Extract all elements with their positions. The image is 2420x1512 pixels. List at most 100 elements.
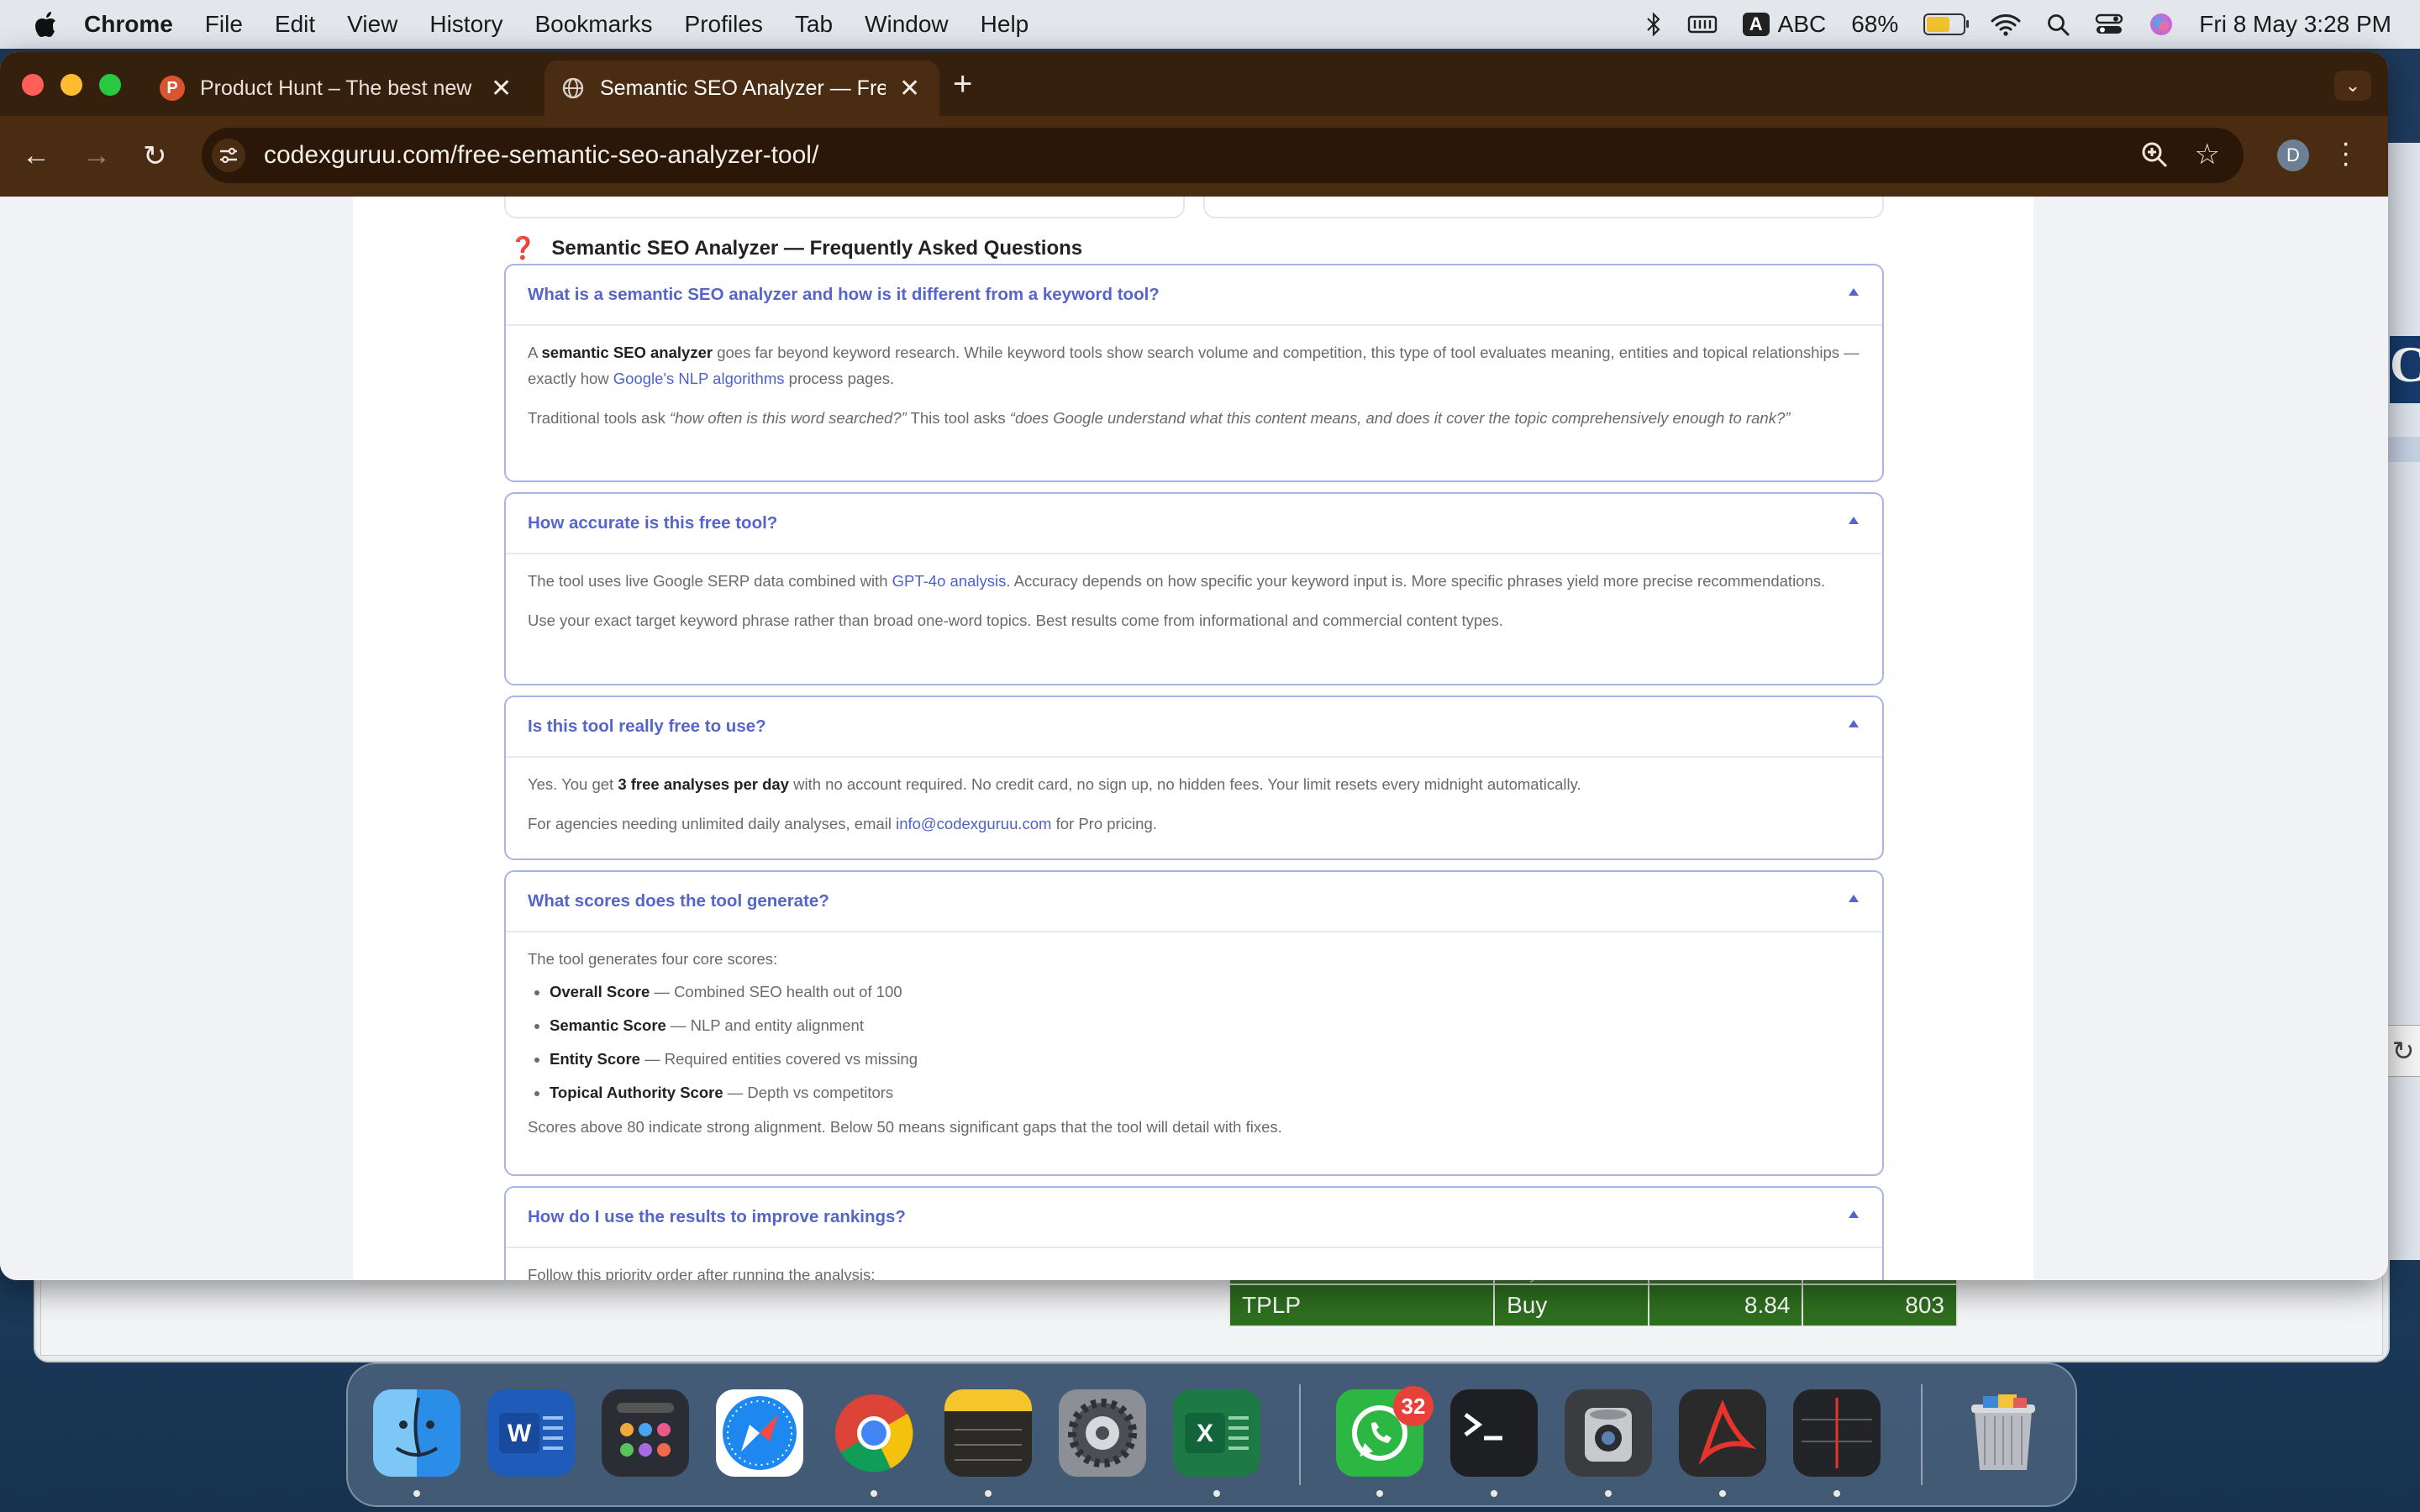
faq-question-toggle[interactable]: What scores does the tool generate? <box>506 872 1882 932</box>
sheet-row: TPLP Buy 8.84 803 <box>1228 1284 1958 1327</box>
control-center-icon[interactable] <box>2095 13 2123 36</box>
siri-icon[interactable] <box>2149 12 2174 37</box>
faq-answer: A semantic SEO analyzer goes far beyond … <box>506 326 1882 453</box>
tab-product-hunt[interactable]: P Product Hunt – The best new products i… <box>143 60 538 116</box>
answer-paragraph: Follow this priority order after running… <box>528 1266 876 1280</box>
close-tab-icon[interactable]: ✕ <box>899 74 920 103</box>
running-indicator <box>1719 1490 1726 1497</box>
caret-up-icon <box>1849 895 1859 902</box>
faq-question-toggle[interactable]: What is a semantic SEO analyzer and how … <box>506 265 1882 326</box>
site-info-icon[interactable] <box>212 139 245 172</box>
background-band <box>2385 437 2420 462</box>
wifi-icon[interactable] <box>1991 13 2021 36</box>
running-indicator <box>413 1490 420 1497</box>
faq-question-toggle[interactable]: How accurate is this free tool? <box>506 494 1882 554</box>
close-tab-icon[interactable]: ✕ <box>491 74 512 103</box>
tab-title: Semantic SEO Analyzer — Free Tool <box>600 76 886 100</box>
chrome-window: P Product Hunt – The best new products i… <box>0 52 2388 1280</box>
bookmark-star-icon[interactable]: ☆ <box>2195 138 2220 171</box>
faq-question-toggle[interactable]: How do I use the results to improve rank… <box>506 1188 1882 1248</box>
menu-app-name[interactable]: Chrome <box>84 11 173 38</box>
menu-help[interactable]: Help <box>981 11 1029 38</box>
menu-history[interactable]: History <box>429 11 502 38</box>
list-item: Entity Score — Required entities covered… <box>550 1046 1860 1072</box>
background-window-edge: CI ↻ <box>2385 143 2420 1260</box>
microsoft-word-icon[interactable]: W <box>487 1389 575 1477</box>
question-mark-icon: ❓ <box>509 235 537 260</box>
minimize-window-button[interactable] <box>60 74 82 96</box>
running-indicator <box>1491 1490 1497 1497</box>
faq-item: What is a semantic SEO analyzer and how … <box>504 264 1884 482</box>
dock-separator <box>1921 1384 1923 1485</box>
running-indicator <box>1833 1490 1840 1497</box>
caret-up-icon <box>1849 288 1859 296</box>
menu-window[interactable]: Window <box>865 11 949 38</box>
previous-card <box>1203 197 1884 218</box>
memory-icon[interactable] <box>1687 13 1718 35</box>
input-source-indicator[interactable]: A ABC <box>1742 11 1826 38</box>
google-chrome-icon[interactable] <box>830 1389 918 1477</box>
menu-tab[interactable]: Tab <box>795 11 833 38</box>
back-arrow-icon[interactable]: ← <box>22 139 50 172</box>
gpt-4o-analysis-link[interactable]: GPT-4o analysis <box>892 572 1007 590</box>
screenshot-icon[interactable] <box>1565 1389 1652 1477</box>
globe-icon <box>562 77 584 99</box>
tab-semantic-seo-analyzer[interactable]: Semantic SEO Analyzer — Free Tool ✕ <box>544 60 939 116</box>
trash-icon[interactable] <box>1960 1389 2047 1477</box>
new-tab-plus-icon[interactable]: + <box>953 66 972 103</box>
system-settings-icon[interactable] <box>1059 1389 1146 1477</box>
battery-percent[interactable]: 68% <box>1851 11 1898 38</box>
profile-avatar[interactable]: D <box>2277 139 2309 171</box>
faq-question-toggle[interactable]: Is this tool really free to use? <box>506 697 1882 758</box>
answer-paragraph: For agencies needing unlimited daily ana… <box>528 815 1157 832</box>
faq-item: Is this tool really free to use? Yes. Yo… <box>504 696 1884 860</box>
menu-edit[interactable]: Edit <box>275 11 315 38</box>
nlp-algorithms-link[interactable]: Google's NLP algorithms <box>613 370 785 387</box>
dock: W X 32 <box>346 1362 2077 1507</box>
faq-heading: ❓ Semantic SEO Analyzer — Frequently Ask… <box>509 235 1083 260</box>
notes-icon[interactable] <box>944 1389 1032 1477</box>
caret-up-icon <box>1849 720 1859 727</box>
faq-answer: The tool uses live Google SERP data comb… <box>506 554 1882 655</box>
safari-icon[interactable] <box>716 1389 803 1477</box>
list-item: Semantic Score — NLP and entity alignmen… <box>550 1012 1860 1038</box>
bluetooth-icon[interactable] <box>1645 12 1662 37</box>
page-viewport: ❓ Semantic SEO Analyzer — Frequently Ask… <box>0 197 2388 1280</box>
apple-menu-icon[interactable] <box>34 10 57 39</box>
launchpad-icon[interactable] <box>602 1389 689 1477</box>
battery-icon[interactable] <box>1923 13 1970 35</box>
microsoft-excel-icon[interactable]: X <box>1173 1389 1260 1477</box>
notification-badge: 32 <box>1393 1386 1434 1426</box>
faq-answer: Follow this priority order after running… <box>506 1248 1882 1280</box>
adobe-acrobat-icon[interactable] <box>1679 1389 1766 1477</box>
ruler-app-icon[interactable] <box>1793 1389 1881 1477</box>
menu-bookmarks[interactable]: Bookmarks <box>534 11 652 38</box>
menu-profiles[interactable]: Profiles <box>685 11 763 38</box>
menu-view[interactable]: View <box>347 11 397 38</box>
more-menu-icon[interactable]: · · · <box>2341 129 2350 177</box>
background-refresh-icon: ↻ <box>2385 1025 2420 1077</box>
forward-arrow-icon[interactable]: → <box>82 139 111 172</box>
close-window-button[interactable] <box>22 74 44 96</box>
address-bar[interactable]: codexguruu.com/free-semantic-seo-analyze… <box>202 128 2244 183</box>
menu-file[interactable]: File <box>205 11 243 38</box>
zoom-icon[interactable] <box>2139 139 2170 170</box>
running-indicator <box>1213 1490 1220 1497</box>
tab-search-chevron-icon[interactable]: ⌄ <box>2334 71 2371 101</box>
answer-paragraph: The tool generates four core scores: <box>528 950 778 968</box>
answer-paragraph: The tool uses live Google SERP data comb… <box>528 572 1826 590</box>
running-indicator <box>1605 1490 1612 1497</box>
faq-item: How do I use the results to improve rank… <box>504 1186 1884 1280</box>
dock-separator <box>1299 1384 1301 1485</box>
url-text[interactable]: codexguruu.com/free-semantic-seo-analyze… <box>264 141 818 170</box>
reload-icon[interactable]: ↻ <box>143 139 167 173</box>
spotlight-search-icon[interactable] <box>2046 13 2070 36</box>
faq-answer: Yes. You get 3 free analyses per day wit… <box>506 758 1882 858</box>
zoom-window-button[interactable] <box>99 74 121 96</box>
terminal-icon[interactable] <box>1450 1389 1538 1477</box>
answer-paragraph: Traditional tools ask “how often is this… <box>528 409 1791 427</box>
email-link[interactable]: info@codexguruu.com <box>896 815 1051 832</box>
whatsapp-icon[interactable]: 32 <box>1336 1386 1434 1477</box>
finder-icon[interactable] <box>373 1389 460 1477</box>
menu-clock[interactable]: Fri 8 May 3:28 PM <box>2199 11 2391 38</box>
